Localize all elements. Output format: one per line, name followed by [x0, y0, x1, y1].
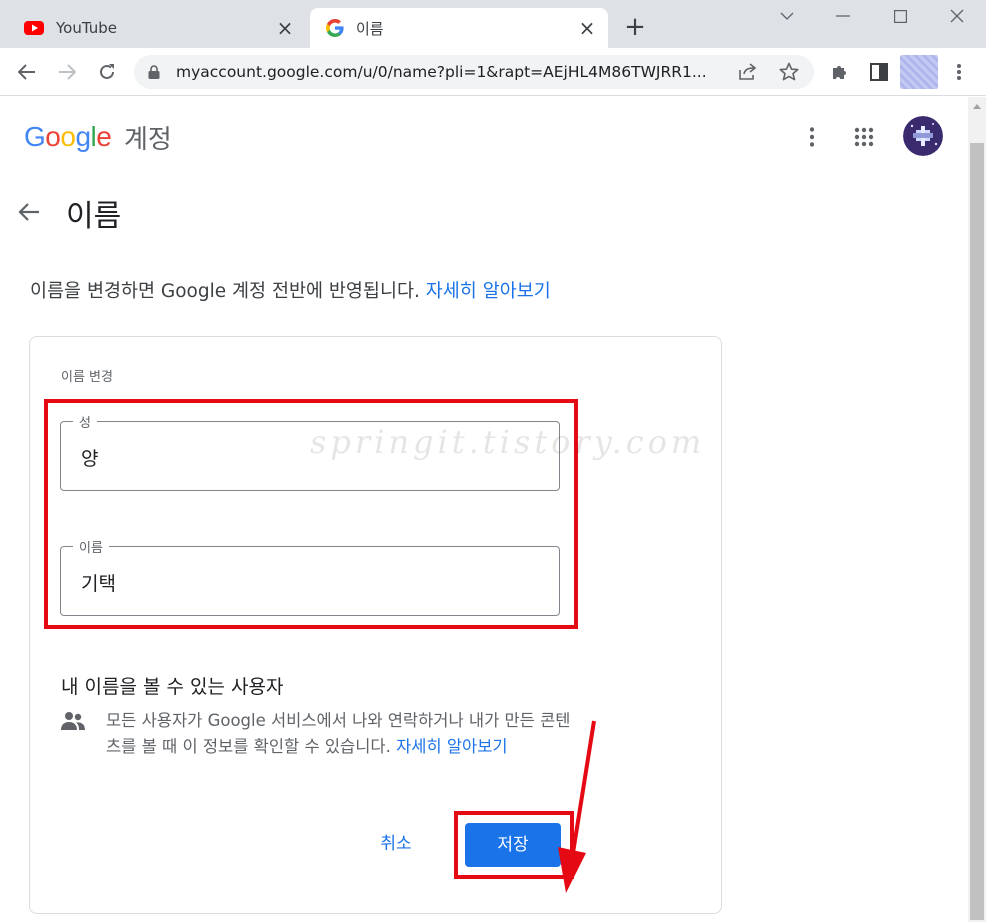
tab-youtube[interactable]: YouTube ×: [0, 8, 306, 48]
logo-letter: o: [45, 121, 61, 152]
red-arrow-annotation-icon: [558, 720, 596, 893]
more-options-icon[interactable]: [797, 122, 827, 152]
section-label: 이름 변경: [61, 370, 113, 385]
page-description: 이름을 변경하면 Google 계정 전반에 반영됩니다. 자세히 알아보기: [30, 277, 551, 303]
tab-strip: YouTube × 이름 × +: [0, 0, 986, 48]
account-label: 계정: [124, 125, 172, 155]
vertical-scrollbar[interactable]: [968, 97, 986, 922]
page-viewport: Google 계정 이름 이름을 변경하면 Google 계정 전반에 반영됩니…: [0, 97, 968, 922]
scroll-up-arrow-icon[interactable]: [968, 99, 986, 113]
people-icon: [61, 712, 85, 730]
close-window-icon[interactable]: [942, 4, 972, 28]
bookmark-star-icon[interactable]: [779, 62, 799, 82]
more-vert-icon[interactable]: [945, 58, 973, 86]
back-arrow-icon[interactable]: [13, 58, 41, 86]
new-tab-button[interactable]: +: [622, 14, 648, 40]
close-tab-icon[interactable]: ×: [274, 17, 296, 39]
extensions-puzzle-icon[interactable]: [826, 58, 854, 86]
profile-thumbnail[interactable]: [900, 55, 938, 89]
tab-title: YouTube: [56, 19, 117, 37]
url-text: myaccount.google.com/u/0/name?pli=1&rapt…: [176, 63, 707, 81]
share-icon[interactable]: [738, 63, 758, 81]
youtube-icon: [24, 21, 44, 35]
learn-more-link[interactable]: 자세히 알아보기: [426, 281, 551, 302]
google-g-icon: [326, 19, 344, 37]
maximize-icon[interactable]: [885, 4, 915, 28]
logo-letter: g: [75, 121, 91, 152]
visibility-title: 내 이름을 볼 수 있는 사용자: [61, 676, 284, 698]
close-tab-icon[interactable]: ×: [576, 17, 598, 39]
lock-icon: [148, 65, 160, 79]
minimize-icon[interactable]: [828, 4, 858, 28]
reload-icon[interactable]: [93, 58, 121, 86]
tab-search-icon[interactable]: [772, 4, 802, 28]
visibility-description: 모든 사용자가 Google 서비스에서 나와 연락하거나 내가 만든 콘텐츠를…: [106, 708, 576, 760]
logo-letter: G: [24, 121, 46, 152]
tab-name[interactable]: 이름 ×: [310, 8, 608, 48]
description-text: 이름을 변경하면 Google 계정 전반에 반영됩니다.: [30, 281, 420, 302]
google-logo: Google: [24, 121, 112, 153]
tab-title: 이름: [356, 19, 384, 38]
browser-toolbar: myaccount.google.com/u/0/name?pli=1&rapt…: [0, 48, 986, 96]
apps-grid-icon[interactable]: [849, 122, 879, 152]
watermark: springit.tistory.com: [310, 423, 706, 461]
page-title: 이름: [66, 199, 122, 234]
scrollbar-thumb[interactable]: [970, 143, 984, 920]
visibility-learn-more-link[interactable]: 자세히 알아보기: [396, 737, 508, 756]
logo-letter: e: [96, 121, 112, 152]
cancel-button[interactable]: 취소: [366, 829, 426, 859]
forward-arrow-icon[interactable]: [53, 58, 81, 86]
avatar[interactable]: [903, 116, 943, 156]
logo-letter: o: [60, 121, 76, 152]
address-bar[interactable]: myaccount.google.com/u/0/name?pli=1&rapt…: [134, 55, 814, 89]
back-arrow-icon[interactable]: [14, 197, 44, 227]
side-panel-icon[interactable]: [865, 58, 893, 86]
